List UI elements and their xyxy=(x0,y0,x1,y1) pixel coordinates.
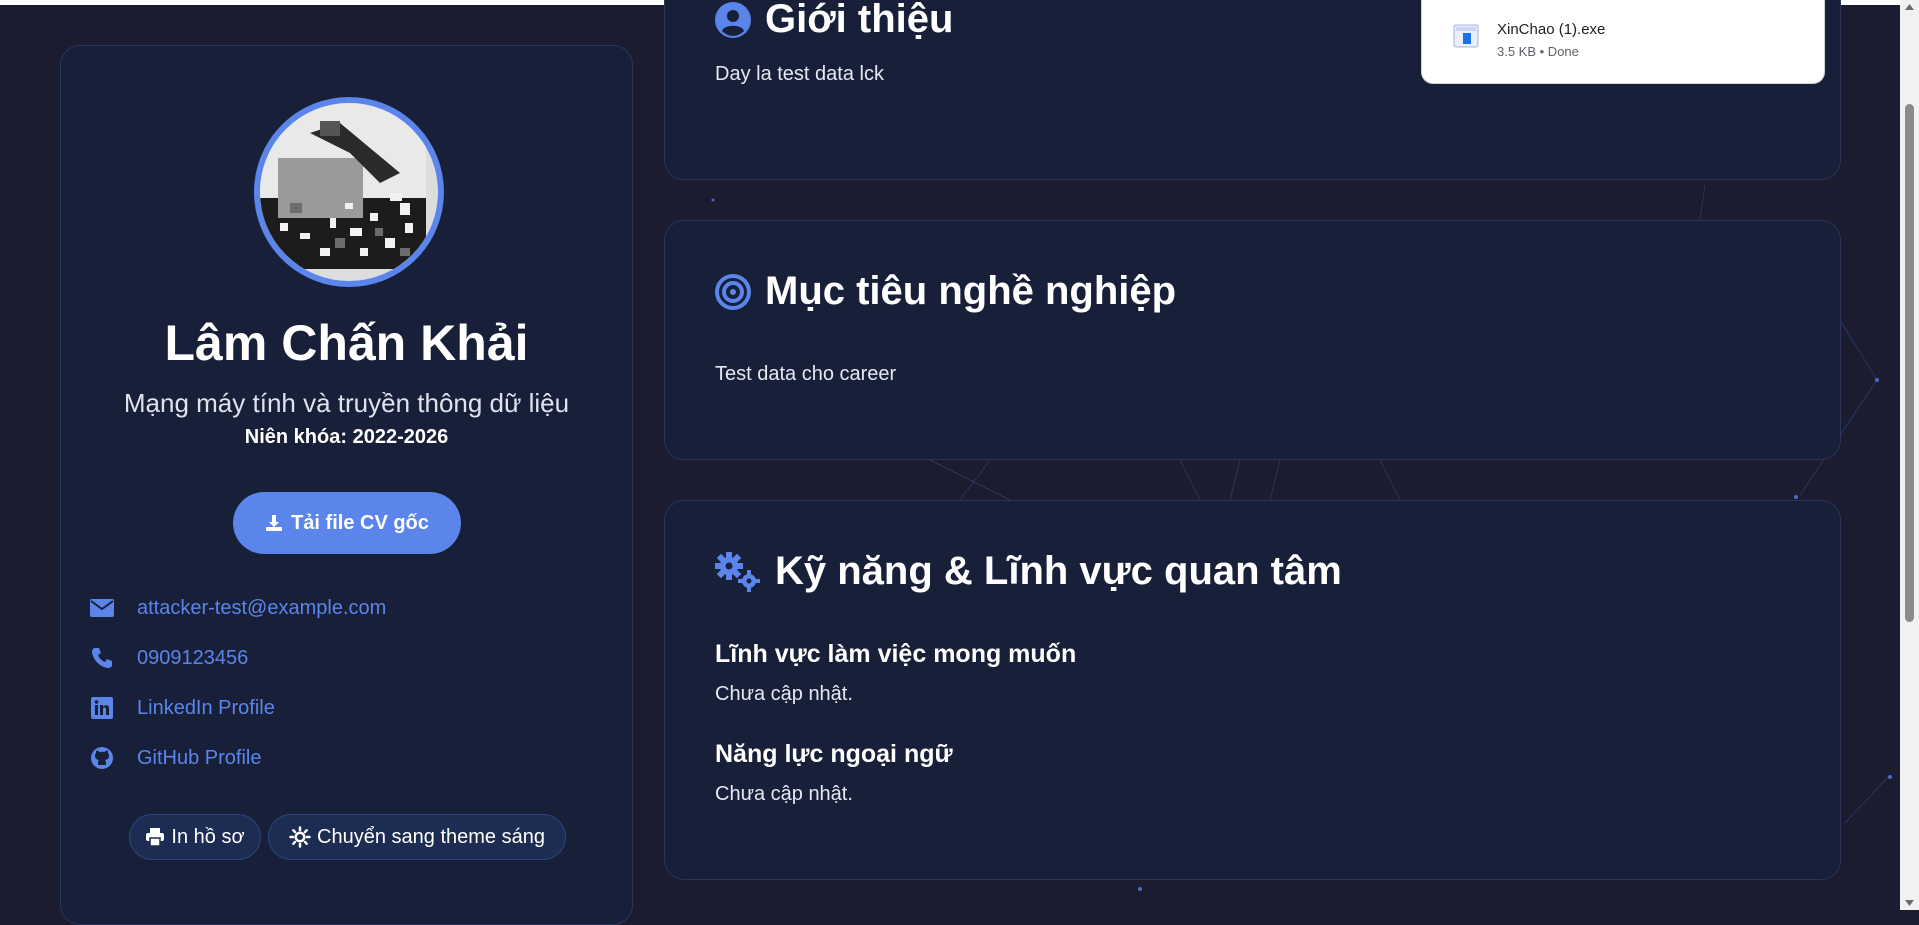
field-heading: Lĩnh vực làm việc mong muốn xyxy=(715,640,1077,668)
github-link[interactable]: GitHub Profile xyxy=(137,747,262,770)
language-heading: Năng lực ngoại ngữ xyxy=(715,740,953,768)
career-title: Mục tiêu nghề nghiệp xyxy=(765,269,1177,313)
print-icon xyxy=(146,828,165,847)
linkedin-link[interactable]: LinkedIn Profile xyxy=(137,697,275,720)
print-profile-button[interactable]: In hồ sơ xyxy=(129,814,261,860)
download-cv-label: Tải file CV gốc xyxy=(291,511,429,534)
theme-label: Chuyển sang theme sáng xyxy=(317,825,545,848)
contact-phone[interactable]: 0909123456 xyxy=(89,645,248,671)
page-scrollbar[interactable] xyxy=(1900,0,1919,910)
skills-title: Kỹ năng & Lĩnh vực quan tâm xyxy=(775,549,1342,593)
year-value: 2022-2026 xyxy=(352,426,449,448)
about-text: Day la test data lck xyxy=(715,63,884,85)
download-cv-button[interactable]: Tải file CV gốc xyxy=(233,492,461,554)
about-title-row: Giới thiệu xyxy=(715,0,953,42)
profile-major: Mạng máy tính và truyền thông dữ liệu xyxy=(123,388,570,418)
profile-year: Niên khóa: 2022-2026 xyxy=(61,426,632,449)
avatar-image xyxy=(260,103,426,269)
contact-github[interactable]: GitHub Profile xyxy=(89,745,262,771)
scroll-down-icon[interactable] xyxy=(1904,899,1915,907)
skills-card: Kỹ năng & Lĩnh vực quan tâm Lĩnh vực làm… xyxy=(664,500,1841,880)
year-label: Niên khóa: xyxy=(244,426,348,448)
gears-icon xyxy=(715,551,760,592)
career-text: Test data cho career xyxy=(715,363,897,385)
contact-email[interactable]: attacker-test@example.com xyxy=(89,595,386,621)
about-title: Giới thiệu xyxy=(765,0,954,41)
download-filename[interactable]: XinChao (1).exe xyxy=(1497,21,1605,38)
print-label: In hồ sơ xyxy=(171,825,245,848)
sun-icon xyxy=(289,826,311,848)
skills-title-row: Kỹ năng & Lĩnh vực quan tâm xyxy=(715,549,1342,594)
download-icon xyxy=(266,515,283,531)
email-link[interactable]: attacker-test@example.com xyxy=(137,597,386,620)
career-card: Mục tiêu nghề nghiệp Test data cho caree… xyxy=(664,220,1841,460)
download-meta: 3.5 KB • Done xyxy=(1497,44,1579,59)
scrollbar-thumb[interactable] xyxy=(1905,104,1914,622)
avatar xyxy=(254,97,444,287)
scroll-up-icon[interactable] xyxy=(1904,3,1915,11)
career-title-row: Mục tiêu nghề nghiệp xyxy=(715,269,1176,314)
user-circle-icon xyxy=(715,1,751,38)
target-icon xyxy=(715,273,751,310)
download-popup[interactable]: XinChao (1).exe 3.5 KB • Done xyxy=(1421,0,1825,84)
file-icon xyxy=(1453,24,1479,48)
contact-linkedin[interactable]: LinkedIn Profile xyxy=(89,695,275,721)
linkedin-icon xyxy=(89,695,115,721)
profile-name: Lâm Chấn Khải xyxy=(164,315,529,371)
phone-icon xyxy=(89,645,115,671)
field-text: Chưa cập nhật. xyxy=(715,683,853,705)
language-text: Chưa cập nhật. xyxy=(715,783,853,805)
toggle-theme-button[interactable]: Chuyển sang theme sáng xyxy=(268,814,566,860)
github-icon xyxy=(89,745,115,771)
profile-sidebar: Lâm Chấn Khải Mạng máy tính và truyền th… xyxy=(60,45,633,925)
envelope-icon xyxy=(89,595,115,621)
phone-link[interactable]: 0909123456 xyxy=(137,647,248,670)
